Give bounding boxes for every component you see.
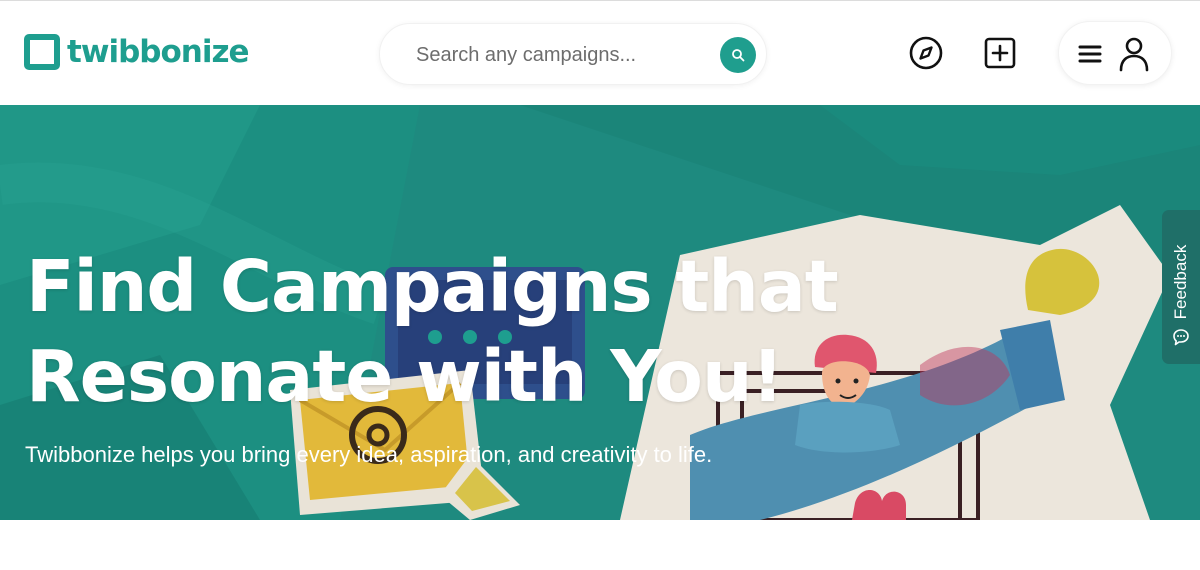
hamburger-icon <box>1078 45 1102 63</box>
feedback-tab[interactable]: Feedback <box>1162 210 1200 364</box>
hero-banner: Find Campaigns that Resonate with You! T… <box>0 105 1200 520</box>
account-menu-button[interactable] <box>1058 21 1172 85</box>
brand-logo[interactable]: twibbonize <box>24 32 250 72</box>
hero-title: Find Campaigns that Resonate with You! <box>26 242 846 422</box>
hero-title-line-1: Find Campaigns that <box>26 245 839 328</box>
logo-square-icon <box>24 34 60 70</box>
top-navbar: twibbonize <box>0 0 1200 105</box>
content-area <box>0 520 1200 570</box>
brand-name: twibbonize <box>67 34 250 70</box>
hero-subtitle: Twibbonize helps you bring every idea, a… <box>25 442 713 467</box>
create-campaign-button[interactable] <box>981 34 1019 72</box>
explore-button[interactable] <box>907 34 945 72</box>
page: twibbonize Search any campaigns... Find … <box>0 0 1200 570</box>
search-icon <box>732 49 745 62</box>
chat-icon <box>1173 329 1189 346</box>
search-bar <box>379 23 767 85</box>
search-button[interactable] <box>720 37 756 73</box>
hero-title-line-2: Resonate with You! <box>26 335 784 418</box>
user-icon <box>1119 37 1149 72</box>
plus-square-icon <box>984 37 1016 69</box>
search-input[interactable] <box>416 40 706 70</box>
compass-icon <box>909 36 943 70</box>
feedback-label: Feedback <box>1171 244 1190 320</box>
